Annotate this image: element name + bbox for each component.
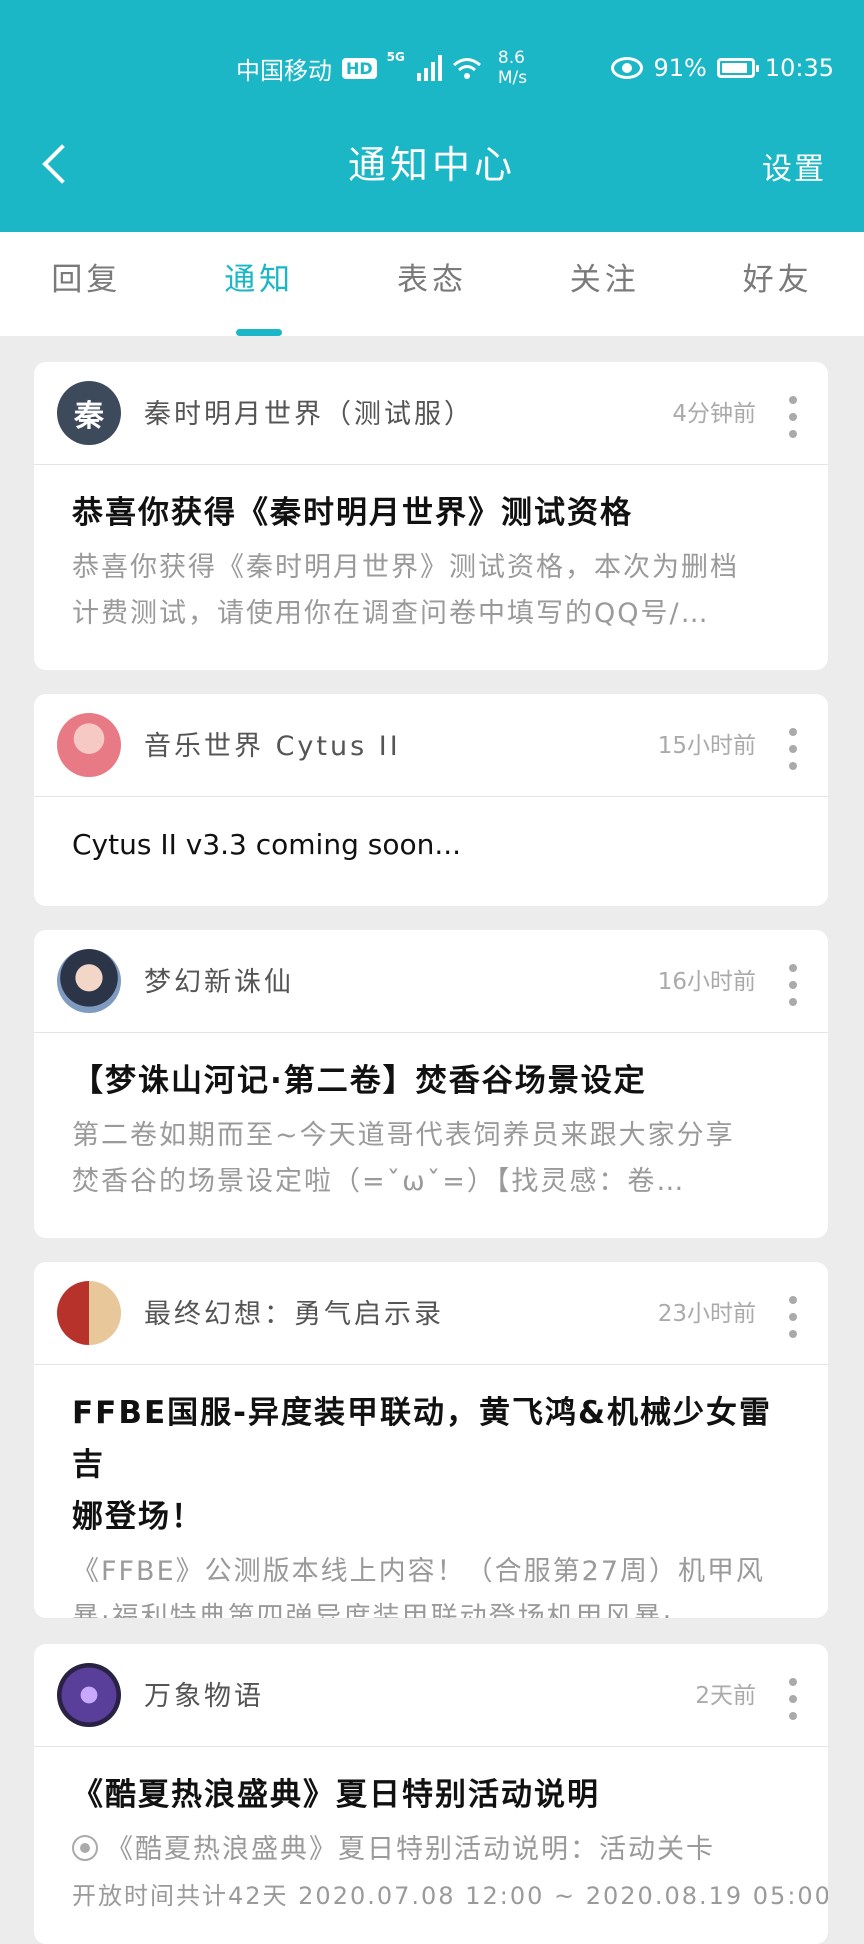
wifi-icon <box>452 58 481 79</box>
title-line: FFBE国服-异度装甲联动，黄飞鸿&机械少女雷吉 <box>72 1395 773 1483</box>
title-line: 娜登场！ <box>72 1499 204 1535</box>
notification-card[interactable]: 音乐世界 Cytus II 15小时前 Cytus II v3.3 coming… <box>34 694 828 906</box>
author-name[interactable]: 秦时明月世界（测试服） <box>144 392 474 431</box>
post-title: Cytus II v3.3 coming soon... <box>72 828 462 861</box>
avatar[interactable]: 秦 <box>57 381 121 445</box>
status-bar: 中国移动 HD 5G 8.6 M/s 91% 10:35 <box>0 0 864 120</box>
tab-notifications[interactable]: 通知 <box>173 232 346 336</box>
signal-icon <box>416 55 442 81</box>
card-header: 梦幻新诛仙 16小时前 <box>34 930 828 1033</box>
card-body: 【梦诛山河记·第二卷】焚香谷场景设定 第二卷如期而至~今天道哥代表饲养员来跟大家… <box>34 1033 828 1205</box>
excerpt-line: 第二卷如期而至~今天道哥代表饲养员来跟大家分享 <box>72 1120 735 1151</box>
more-options-icon[interactable] <box>788 1296 798 1338</box>
notification-card[interactable]: 秦 秦时明月世界（测试服） 4分钟前 恭喜你获得《秦时明月世界》测试资格 恭喜你… <box>34 362 828 670</box>
card-body: 《酷夏热浪盛典》夏日特别活动说明 《酷夏热浪盛典》夏日特别活动说明：活动关卡 开… <box>34 1747 828 1919</box>
post-title: 【梦诛山河记·第二卷】焚香谷场景设定 <box>72 1063 647 1099</box>
card-header: 万象物语 2天前 <box>34 1644 828 1747</box>
more-options-icon[interactable] <box>788 1678 798 1720</box>
author-name[interactable]: 万象物语 <box>144 1674 264 1713</box>
card-header: 音乐世界 Cytus II 15小时前 <box>34 694 828 797</box>
card-header: 秦 秦时明月世界（测试服） 4分钟前 <box>34 362 828 465</box>
excerpt-text: 《酷夏热浪盛典》夏日特别活动说明：活动关卡 <box>106 1834 715 1865</box>
more-options-icon[interactable] <box>788 964 798 1006</box>
avatar[interactable] <box>57 1281 121 1345</box>
excerpt-line: 《酷夏热浪盛典》夏日特别活动说明：活动关卡 <box>72 1827 790 1873</box>
excerpt-line: 暴·福利特典第四弹异度装甲联动登场机甲风暴·… <box>72 1602 703 1618</box>
timestamp: 16小时前 <box>657 969 756 995</box>
page-title: 通知中心 <box>347 143 516 187</box>
timestamp: 23小时前 <box>657 1301 756 1327</box>
card-header: 最终幻想：勇气启示录 23小时前 <box>34 1262 828 1365</box>
battery-icon <box>716 58 759 78</box>
author-name[interactable]: 音乐世界 Cytus II <box>144 724 401 763</box>
speed-value: 8.6 <box>497 48 525 68</box>
post-excerpt: 恭喜你获得《秦时明月世界》测试资格，本次为删档 计费测试，请使用你在调查问卷中填… <box>72 545 790 637</box>
card-body: 恭喜你获得《秦时明月世界》测试资格 恭喜你获得《秦时明月世界》测试资格，本次为删… <box>34 465 828 637</box>
post-title: FFBE国服-异度装甲联动，黄飞鸿&机械少女雷吉 娜登场！ <box>72 1387 790 1543</box>
clock: 10:35 <box>764 54 834 82</box>
timestamp: 15小时前 <box>657 733 756 759</box>
author-name[interactable]: 最终幻想：勇气启示录 <box>144 1292 444 1331</box>
notification-card[interactable]: 万象物语 2天前 《酷夏热浪盛典》夏日特别活动说明 《酷夏热浪盛典》夏日特别活动… <box>34 1644 828 1944</box>
excerpt-line: 焚香谷的场景设定啦（=ˇωˇ=）【找灵感：卷… <box>72 1166 686 1197</box>
app-header: 中国移动 HD 5G 8.6 M/s 91% 10:35 通知中心 设置 <box>0 0 864 232</box>
timestamp: 4分钟前 <box>672 401 756 427</box>
notification-card[interactable]: 梦幻新诛仙 16小时前 【梦诛山河记·第二卷】焚香谷场景设定 第二卷如期而至~今… <box>34 930 828 1238</box>
author-name[interactable]: 梦幻新诛仙 <box>144 960 294 999</box>
status-right-group: 91% 10:35 <box>611 46 834 90</box>
settings-button[interactable]: 设置 <box>762 144 826 188</box>
excerpt-line: 《FFBE》公测版本线上内容！（合服第27周）机甲风 <box>72 1556 765 1587</box>
battery-percent: 91% <box>653 54 707 82</box>
avatar[interactable] <box>57 1663 121 1727</box>
hd-badge: HD <box>342 57 377 79</box>
more-options-icon[interactable] <box>788 396 798 438</box>
tab-friends[interactable]: 好友 <box>691 232 864 336</box>
status-left-group: 中国移动 HD 5G 8.6 M/s <box>236 46 527 90</box>
card-body: FFBE国服-异度装甲联动，黄飞鸿&机械少女雷吉 娜登场！ 《FFBE》公测版本… <box>34 1365 828 1618</box>
post-excerpt: 《酷夏热浪盛典》夏日特别活动说明：活动关卡 开放时间共计42天 2020.07.… <box>72 1827 828 1919</box>
more-options-icon[interactable] <box>788 728 798 770</box>
avatar[interactable] <box>57 713 121 777</box>
radio-icon <box>72 1835 98 1861</box>
battery-fill <box>721 63 748 73</box>
eye-comfort-icon <box>611 57 644 79</box>
avatar[interactable] <box>57 949 121 1013</box>
post-title: 恭喜你获得《秦时明月世界》测试资格 <box>72 495 633 531</box>
tab-follows[interactable]: 关注 <box>518 232 691 336</box>
network-type-label: 5G <box>386 50 405 64</box>
excerpt-line: 开放时间共计42天 2020.07.08 12:00 ~ 2020.08.19 … <box>72 1882 828 1910</box>
timestamp: 2天前 <box>695 1683 756 1709</box>
post-excerpt: 《FFBE》公测版本线上内容！（合服第27周）机甲风 暴·福利特典第四弹异度装甲… <box>72 1549 790 1618</box>
tab-bar: 回复 通知 表态 关注 好友 <box>0 232 864 336</box>
post-excerpt: 第二卷如期而至~今天道哥代表饲养员来跟大家分享 焚香谷的场景设定啦（=ˇωˇ=）… <box>72 1113 790 1205</box>
notification-card[interactable]: 最终幻想：勇气启示录 23小时前 FFBE国服-异度装甲联动，黄飞鸿&机械少女雷… <box>34 1262 828 1618</box>
avatar-text: 秦 <box>74 399 104 434</box>
carrier-label: 中国移动 <box>236 56 332 85</box>
tab-replies[interactable]: 回复 <box>0 232 173 336</box>
tab-reactions[interactable]: 表态 <box>346 232 519 336</box>
speed-unit: M/s <box>497 68 528 88</box>
excerpt-line: 恭喜你获得《秦时明月世界》测试资格，本次为删档 <box>72 552 739 583</box>
card-body: Cytus II v3.3 coming soon... <box>34 797 828 871</box>
excerpt-line: 计费测试，请使用你在调查问卷中填写的QQ号/… <box>72 598 710 629</box>
network-speed: 8.6 M/s <box>498 48 527 88</box>
post-title: 《酷夏热浪盛典》夏日特别活动说明 <box>72 1777 600 1813</box>
